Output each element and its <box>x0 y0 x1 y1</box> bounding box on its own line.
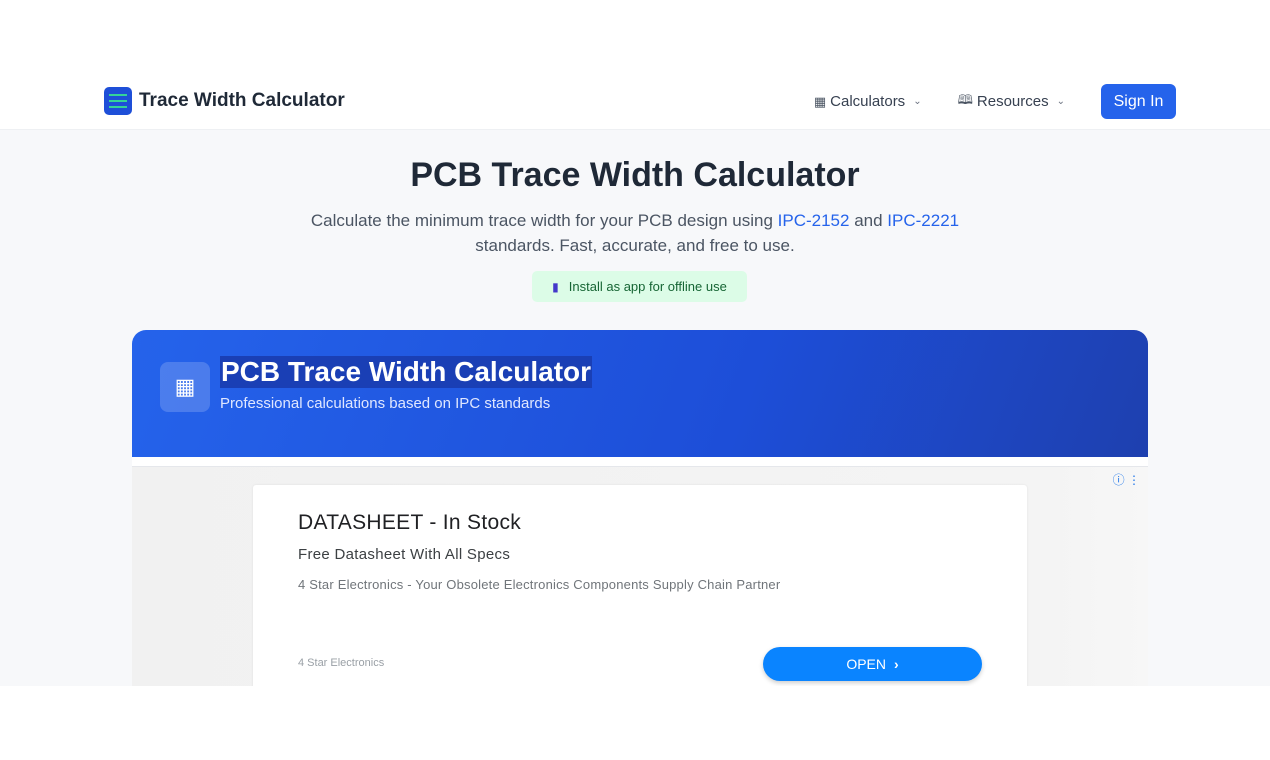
main-content: PCB Trace Width Calculator Calculate the… <box>0 130 1270 686</box>
calculator-card-title: PCB Trace Width Calculator <box>220 356 593 388</box>
ipc-2221-link[interactable]: IPC-2221 <box>887 211 959 230</box>
ad-container: ⓘ ⋮ DATASHEET - In Stock Free Datasheet … <box>132 466 1148 686</box>
phone-icon: ▮ <box>552 279 559 294</box>
nav-calculators[interactable]: ▦ Calculators ⌄ <box>814 93 922 110</box>
ad-open-label: OPEN <box>846 656 886 672</box>
main-nav: ▦ Calculators ⌄ 🕮 Resources ⌄ Sign In <box>814 84 1176 119</box>
calculator-card: ▦ PCB Trace Width Calculator Professiona… <box>132 330 1148 686</box>
ad-box[interactable]: DATASHEET - In Stock Free Datasheet With… <box>253 485 1027 686</box>
nav-calculators-label: Calculators <box>830 93 906 110</box>
calculator-card-header: ▦ PCB Trace Width Calculator Professiona… <box>132 330 1148 457</box>
ad-headline[interactable]: DATASHEET - In Stock <box>298 511 521 535</box>
site-title: Trace Width Calculator <box>139 90 345 111</box>
install-app-button[interactable]: ▮ Install as app for offline use <box>532 271 747 302</box>
trace-logo-icon <box>104 87 132 115</box>
ipc-2152-link[interactable]: IPC-2152 <box>778 211 850 230</box>
nav-resources-label: Resources <box>976 93 1049 110</box>
site-header: Trace Width Calculator ▦ Calculators ⌄ 🕮… <box>0 72 1270 130</box>
calculator-card-subtitle: Professional calculations based on IPC s… <box>220 395 551 412</box>
page: Trace Width Calculator ▦ Calculators ⌄ 🕮… <box>0 0 1270 760</box>
ad-description: Free Datasheet With All Specs <box>298 546 511 563</box>
nav-resources[interactable]: 🕮 Resources ⌄ <box>958 91 1065 113</box>
hero-subtitle-text: Calculate the minimum trace width for yo… <box>310 211 778 230</box>
chevron-down-icon: ⌄ <box>913 96 922 107</box>
logo[interactable]: Trace Width Calculator <box>104 87 345 115</box>
chevron-right-icon: › <box>894 656 899 672</box>
calculator-icon: ▦ <box>160 362 210 412</box>
hero-subtitle-end: standards. Fast, accurate, and free to u… <box>475 236 795 255</box>
ad-open-button[interactable]: OPEN › <box>763 647 982 681</box>
chevron-down-icon: ⌄ <box>1056 96 1065 107</box>
sign-in-button[interactable]: Sign In <box>1101 84 1176 119</box>
book-icon: 🕮 <box>957 91 973 107</box>
install-app-label: Install as app for offline use <box>568 279 727 294</box>
hero-subtitle-and: and <box>849 211 888 230</box>
calculator-icon: ▦ <box>813 93 827 109</box>
ad-info-icon[interactable]: ⓘ ⋮ <box>1113 471 1140 488</box>
ad-description-secondary: 4 Star Electronics - Your Obsolete Elect… <box>298 577 781 592</box>
page-title: PCB Trace Width Calculator <box>410 156 860 194</box>
hero-subtitle: Calculate the minimum trace width for yo… <box>285 208 985 258</box>
ad-advertiser[interactable]: 4 Star Electronics <box>298 657 384 669</box>
